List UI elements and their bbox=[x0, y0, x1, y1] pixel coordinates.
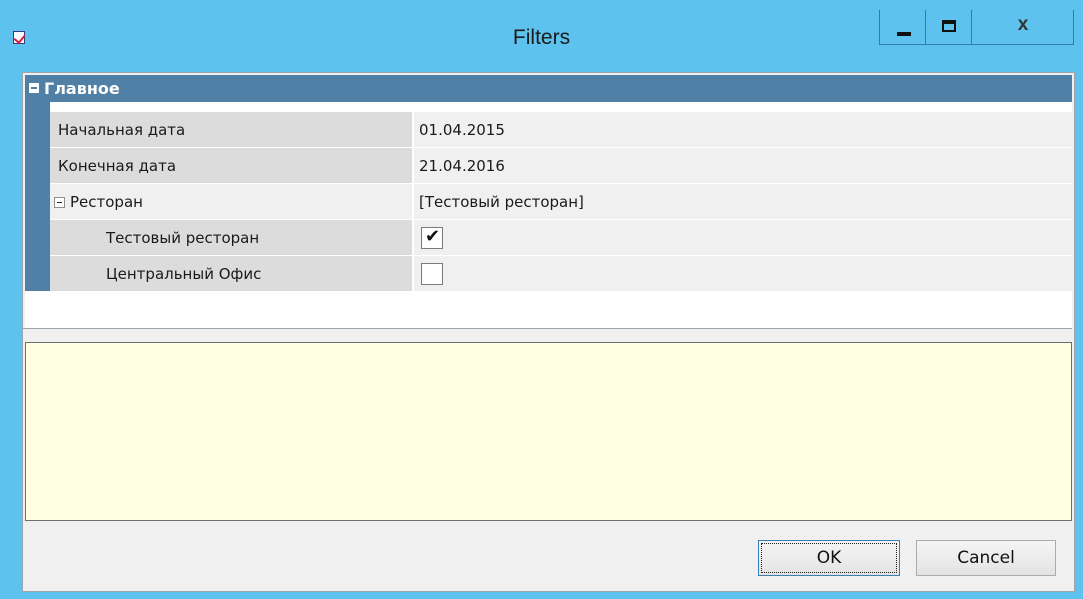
property-row-end-date[interactable]: Конечная дата 21.04.2016 bbox=[50, 148, 1072, 184]
maximize-button[interactable] bbox=[926, 10, 972, 44]
property-name: Центральный Офис bbox=[106, 265, 262, 283]
property-value-cell[interactable]: 21.04.2016 bbox=[414, 148, 1072, 183]
checkmark-icon: ✔ bbox=[425, 226, 441, 247]
cancel-button[interactable]: Cancel bbox=[916, 540, 1056, 576]
property-value-cell[interactable]: [Тестовый ресторан] bbox=[414, 184, 1072, 219]
collapse-icon[interactable] bbox=[54, 197, 65, 208]
property-name: Начальная дата bbox=[58, 121, 186, 139]
property-row-test-restaurant[interactable]: Тестовый ресторан ✔ bbox=[50, 220, 1072, 256]
focus-rectangle bbox=[761, 543, 897, 573]
ok-button[interactable]: OK bbox=[758, 540, 900, 576]
description-panel bbox=[25, 342, 1072, 521]
property-name: Тестовый ресторан bbox=[106, 229, 260, 247]
close-icon: x bbox=[1017, 14, 1029, 35]
end-date-value: 21.04.2016 bbox=[419, 157, 505, 175]
grid-splitter[interactable] bbox=[23, 328, 1072, 329]
central-office-checkbox[interactable] bbox=[421, 263, 443, 285]
property-name: Конечная дата bbox=[58, 157, 177, 175]
title-bar[interactable]: Filters x bbox=[0, 0, 1083, 67]
property-value-cell[interactable]: 01.04.2015 bbox=[414, 112, 1072, 147]
restaurant-value: [Тестовый ресторан] bbox=[419, 193, 584, 211]
collapse-icon[interactable] bbox=[29, 83, 39, 93]
property-name-cell[interactable]: Ресторан bbox=[50, 184, 414, 219]
minimize-button[interactable] bbox=[880, 10, 926, 44]
property-row-restaurant[interactable]: Ресторан [Тестовый ресторан] bbox=[50, 184, 1072, 220]
property-name-cell[interactable]: Центральный Офис bbox=[50, 256, 414, 291]
property-name-cell[interactable]: Тестовый ресторан bbox=[50, 220, 414, 255]
property-value-cell[interactable]: ✔ bbox=[414, 220, 1072, 255]
dialog-client-area: Главное Начальная дата 01.04.2015 Конечн… bbox=[22, 72, 1075, 592]
property-row-central-office[interactable]: Центральный Офис bbox=[50, 256, 1072, 292]
maximize-icon bbox=[942, 20, 956, 32]
test-restaurant-checkbox[interactable]: ✔ bbox=[421, 226, 443, 249]
start-date-value: 01.04.2015 bbox=[419, 121, 505, 139]
category-gutter bbox=[25, 102, 50, 291]
property-value-cell[interactable] bbox=[414, 256, 1072, 291]
property-row-start-date[interactable]: Начальная дата 01.04.2015 bbox=[50, 112, 1072, 148]
property-grid[interactable]: Главное Начальная дата 01.04.2015 Конечн… bbox=[25, 75, 1072, 328]
property-name-cell[interactable]: Начальная дата bbox=[50, 112, 414, 147]
cancel-button-label: Cancel bbox=[957, 548, 1015, 568]
filters-window: Filters x Главное Начальная дата 01.04.2… bbox=[0, 0, 1083, 599]
minimize-icon bbox=[897, 32, 911, 36]
category-label: Главное bbox=[44, 79, 120, 98]
property-name: Ресторан bbox=[70, 193, 143, 211]
close-button[interactable]: x bbox=[972, 10, 1074, 44]
window-controls: x bbox=[879, 10, 1074, 45]
category-row-main[interactable]: Главное bbox=[25, 75, 1072, 102]
property-name-cell[interactable]: Конечная дата bbox=[50, 148, 414, 183]
